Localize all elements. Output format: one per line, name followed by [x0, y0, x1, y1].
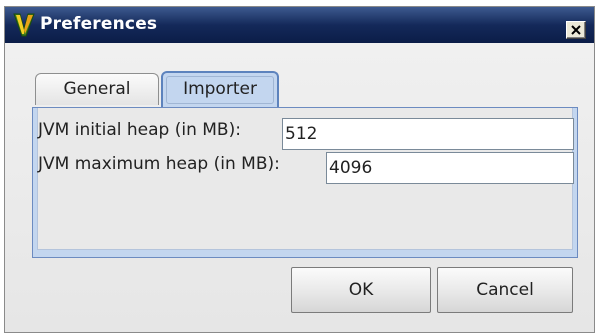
title-bar[interactable]: Preferences	[5, 7, 594, 43]
tab-general-label: General	[63, 79, 131, 99]
tab-importer[interactable]: Importer	[161, 71, 279, 107]
dialog-content: General Importer JVM initial heap (in MB…	[5, 43, 594, 332]
max-heap-label: JVM maximum heap (in MB):	[38, 154, 280, 174]
app-v-logo-icon	[13, 12, 35, 38]
max-heap-input[interactable]	[326, 152, 574, 184]
window-title: Preferences	[40, 14, 158, 34]
importer-panel-body: JVM initial heap (in MB): JVM maximum he…	[37, 108, 574, 250]
tab-importer-label: Importer	[166, 76, 274, 104]
preferences-dialog: Preferences General Importer JVM initial…	[4, 6, 595, 333]
tab-general[interactable]: General	[35, 73, 159, 105]
cancel-button[interactable]: Cancel	[437, 267, 573, 313]
initial-heap-label: JVM initial heap (in MB):	[38, 120, 241, 140]
ok-button[interactable]: OK	[291, 267, 431, 313]
importer-panel: JVM initial heap (in MB): JVM maximum he…	[32, 107, 578, 258]
initial-heap-input[interactable]	[282, 118, 574, 150]
close-button[interactable]	[566, 21, 586, 39]
